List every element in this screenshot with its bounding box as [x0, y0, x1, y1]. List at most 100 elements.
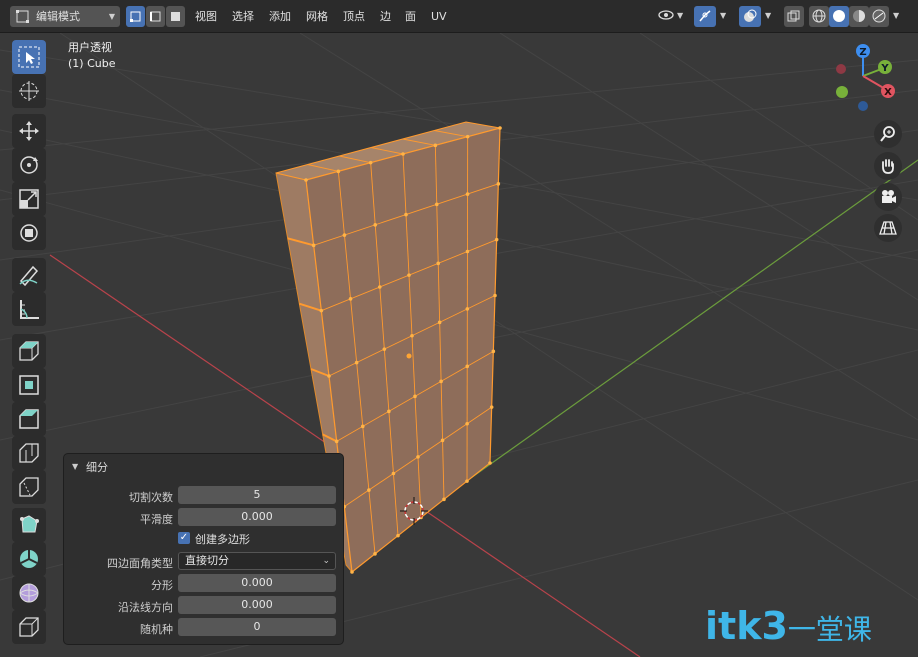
mesh-vertex[interactable] [334, 439, 339, 444]
mesh-vertex[interactable] [494, 237, 499, 242]
mesh-vertex[interactable] [498, 126, 502, 130]
mesh-vertex[interactable] [413, 394, 417, 399]
tool-smooth[interactable] [12, 576, 46, 610]
mesh-vertex[interactable] [348, 297, 353, 301]
tool-scale[interactable] [12, 182, 46, 216]
mesh-vertex[interactable] [354, 360, 359, 365]
mesh-vertex[interactable] [465, 364, 470, 369]
mesh-vertex[interactable] [491, 349, 496, 354]
gizmo-toggle-button[interactable] [694, 6, 716, 27]
mesh-vertex[interactable] [465, 479, 469, 483]
mesh-vertex[interactable] [489, 405, 494, 409]
shading-material-button[interactable] [849, 6, 869, 27]
mesh-vertex[interactable] [336, 169, 341, 174]
chevron-down-icon[interactable]: ▼ [765, 11, 771, 20]
menu-view[interactable]: 视图 [192, 6, 220, 27]
mesh-vertex[interactable] [437, 320, 442, 325]
menu-select[interactable]: 选择 [229, 6, 257, 27]
tool-knife[interactable] [12, 470, 46, 504]
shading-rendered-button[interactable] [869, 6, 889, 27]
tool-rotate[interactable] [12, 148, 46, 182]
perspective-toggle-button[interactable] [874, 214, 902, 242]
random-seed-field[interactable]: 0 [178, 618, 336, 636]
mesh-vertex[interactable] [440, 438, 445, 443]
mesh-vertex[interactable] [367, 488, 371, 492]
mesh-vertex[interactable] [496, 182, 501, 186]
mesh-vertex[interactable] [439, 379, 443, 384]
chevron-down-icon[interactable]: ▼ [720, 11, 726, 20]
mesh-vertex[interactable] [436, 261, 441, 266]
mesh-vertex[interactable] [377, 285, 382, 289]
tool-move[interactable] [12, 114, 46, 148]
shading-wireframe-button[interactable] [809, 6, 829, 27]
mesh-vertex[interactable] [407, 273, 411, 277]
camera-view-button[interactable] [874, 183, 902, 211]
mesh-vertex[interactable] [387, 409, 391, 414]
tool-loop-cut[interactable] [12, 436, 46, 470]
fractal-field[interactable]: 0.000 [178, 574, 336, 592]
menu-add[interactable]: 添加 [266, 6, 294, 27]
mesh-vertex[interactable] [416, 455, 420, 459]
mesh-vertex[interactable] [350, 570, 354, 574]
menu-edge[interactable]: 边 [377, 6, 394, 27]
menu-vertex[interactable]: 顶点 [340, 6, 368, 27]
along-normal-field[interactable]: 0.000 [178, 596, 336, 614]
mesh-vertex[interactable] [360, 424, 365, 429]
mesh-vertex[interactable] [465, 307, 470, 311]
tool-poly-build[interactable] [12, 508, 46, 542]
tool-spin[interactable] [12, 542, 46, 576]
mesh-vertex[interactable] [319, 308, 324, 313]
mesh-vertex[interactable] [434, 202, 439, 207]
smoothness-field[interactable]: 0.000 [178, 508, 336, 526]
menu-face[interactable]: 面 [402, 6, 419, 27]
shading-solid-button[interactable] [829, 6, 849, 27]
tool-bevel[interactable] [12, 402, 46, 436]
mesh-vertex[interactable] [304, 178, 308, 182]
checkbox-checked-icon[interactable]: ✓ [178, 532, 190, 544]
quad-corner-select[interactable]: 直接切分 ⌄ [178, 552, 336, 570]
chevron-down-icon[interactable]: ▼ [893, 11, 899, 20]
mode-selector[interactable]: 编辑模式 ▼ [10, 6, 120, 27]
mesh-vertex[interactable] [410, 333, 414, 338]
tool-extrude[interactable] [12, 334, 46, 368]
tool-measure[interactable] [12, 292, 46, 326]
mesh-vertex[interactable] [373, 552, 377, 556]
tool-select-box[interactable] [12, 40, 46, 74]
mesh-vertex[interactable] [311, 243, 316, 248]
mesh-vertex[interactable] [493, 293, 497, 298]
edge-select-button[interactable] [146, 6, 165, 27]
mesh-vertex[interactable] [442, 497, 446, 502]
mesh-vertex[interactable] [391, 471, 396, 476]
mesh-vertex[interactable] [465, 192, 470, 196]
mesh-vertex[interactable] [373, 223, 378, 227]
tool-transform[interactable] [12, 216, 46, 250]
mesh-vertex[interactable] [382, 347, 387, 351]
mesh-vertex[interactable] [368, 160, 373, 165]
face-select-button[interactable] [166, 6, 185, 27]
mesh-vertex[interactable] [327, 374, 331, 378]
tool-annotate[interactable] [12, 258, 46, 292]
menu-uv[interactable]: UV [428, 6, 450, 27]
mesh-vertex[interactable] [465, 249, 470, 254]
mesh-vertex[interactable] [433, 143, 438, 148]
mesh-vertex[interactable] [465, 134, 470, 139]
mesh-vertex[interactable] [342, 233, 347, 237]
vertex-select-button[interactable] [126, 6, 145, 27]
navigation-gizmo[interactable]: Z Y X [825, 40, 905, 120]
create-ngons-checkbox-row[interactable]: ✓ 创建多边形 [178, 531, 338, 547]
xray-toggle-button[interactable] [784, 6, 804, 27]
mesh-vertex[interactable] [488, 461, 492, 465]
mesh-vertex[interactable] [404, 212, 408, 217]
zoom-button[interactable] [874, 120, 902, 148]
tool-shrink-fatten[interactable] [12, 610, 46, 644]
tool-inset[interactable] [12, 368, 46, 402]
mesh-vertex[interactable] [465, 421, 469, 426]
mesh-vertex[interactable] [401, 152, 405, 156]
pan-button[interactable] [874, 152, 902, 180]
mesh-vertex[interactable] [396, 533, 400, 538]
menu-mesh[interactable]: 网格 [303, 6, 331, 27]
visibility-button[interactable]: ▼ [658, 8, 686, 26]
tool-cursor[interactable] [12, 74, 46, 108]
cuts-field[interactable]: 5 [178, 486, 336, 504]
overlay-toggle-button[interactable] [739, 6, 761, 27]
